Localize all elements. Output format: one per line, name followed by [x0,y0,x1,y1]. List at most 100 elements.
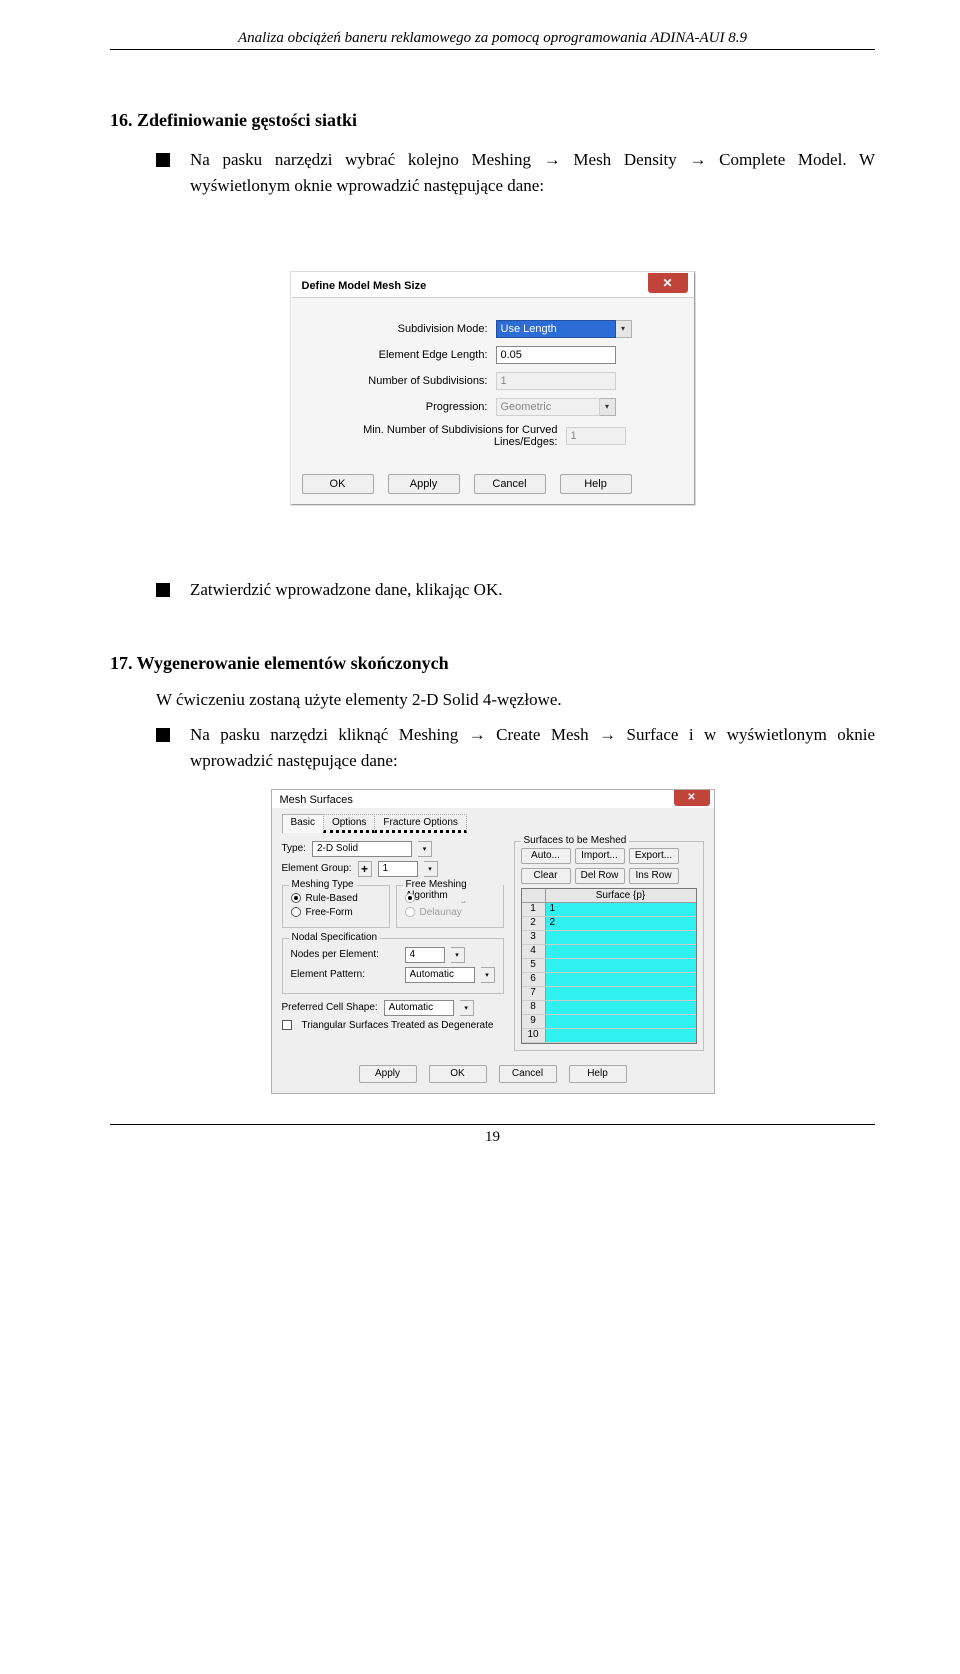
surfaces-group: Surfaces to be Meshed [521,835,630,846]
export-button[interactable]: Export... [629,848,679,864]
table-row[interactable]: 10 [522,1029,696,1043]
bullet-icon [156,728,170,742]
tab-basic[interactable]: Basic [282,814,324,833]
nodes-per-element-select[interactable] [405,947,445,963]
insrow-button[interactable]: Ins Row [629,868,679,884]
grid-row-number: 6 [522,973,546,986]
grid-cell[interactable] [546,987,696,1000]
edge-length-input[interactable] [496,346,616,364]
grid-cell[interactable] [546,931,696,944]
apply-button[interactable]: Apply [388,474,460,494]
table-row[interactable]: 22 [522,917,696,931]
help-button[interactable]: Help [569,1065,627,1083]
grid-cell[interactable] [546,973,696,986]
triangular-degenerate-label: Triangular Surfaces Treated as Degenerat… [302,1020,494,1031]
bullet-item: Zatwierdzić wprowadzone dane, klikając O… [156,577,875,603]
auto-button[interactable]: Auto... [521,848,571,864]
define-mesh-size-dialog: Define Model Mesh Size ✕ Subdivision Mod… [291,272,695,505]
rule-based-label: Rule-Based [306,893,358,904]
grid-row-number: 1 [522,903,546,916]
preferred-cell-shape-label: Preferred Cell Shape: [282,1002,378,1013]
grid-cell[interactable] [546,945,696,958]
grid-row-number: 3 [522,931,546,944]
grid-row-number: 7 [522,987,546,1000]
chevron-down-icon[interactable]: ▾ [451,947,465,963]
num-subdivisions-label: Number of Subdivisions: [308,375,496,387]
element-pattern-select[interactable] [405,967,475,983]
tab-bar: Basic Options Fracture Options [282,814,704,833]
tab-options[interactable]: Options [323,814,375,833]
dialog-titlebar: Define Model Mesh Size ✕ [292,273,694,298]
table-row[interactable]: 6 [522,973,696,987]
element-group-select[interactable] [378,861,418,877]
table-row[interactable]: 3 [522,931,696,945]
cancel-button[interactable]: Cancel [474,474,546,494]
section16-heading: 16. Zdefiniowanie gęstości siatki [110,110,875,131]
surfaces-grid[interactable]: Surface {p} 1122345678910 [521,888,697,1044]
help-button[interactable]: Help [560,474,632,494]
close-button[interactable]: ✕ [674,790,710,806]
chevron-down-icon[interactable]: ▾ [616,320,632,338]
free-form-label: Free-Form [306,907,353,918]
num-subdivisions-input [496,372,616,390]
close-icon: ✕ [662,276,672,290]
close-button[interactable]: ✕ [648,273,688,293]
tab-fracture[interactable]: Fracture Options [374,814,466,833]
rule-based-radio[interactable] [291,893,301,903]
grid-column-header: Surface {p} [546,889,696,902]
min-subdivisions-input [566,427,626,445]
preferred-cell-shape-select[interactable] [384,1000,454,1016]
grid-cell[interactable]: 2 [546,917,696,930]
page-number: 19 [110,1124,875,1146]
dialog-title: Define Model Mesh Size [302,280,427,292]
grid-cell[interactable] [546,959,696,972]
min-subdivisions-label: Min. Number of Subdivisions for Curved L… [308,424,566,448]
bullet-icon [156,153,170,167]
table-row[interactable]: 5 [522,959,696,973]
table-row[interactable]: 9 [522,1015,696,1029]
grid-row-number: 2 [522,917,546,930]
free-meshing-algorithm-group: Free Meshing Algorithm [403,879,503,901]
type-select[interactable] [312,841,412,857]
grid-cell[interactable] [546,1001,696,1014]
nodal-specification-group: Nodal Specification [289,932,381,943]
section17-intro: W ćwiczeniu zostaną użyte elementy 2-D S… [156,690,875,710]
subdivision-mode-select[interactable] [496,320,616,338]
edge-length-label: Element Edge Length: [308,349,496,361]
clear-button[interactable]: Clear [521,868,571,884]
triangular-degenerate-checkbox[interactable] [282,1020,292,1030]
add-element-group-button[interactable]: + [358,861,372,877]
mesh-surfaces-dialog: Mesh Surfaces ✕ Basic Options Fracture O… [271,789,715,1094]
table-row[interactable]: 8 [522,1001,696,1015]
import-button[interactable]: Import... [575,848,625,864]
delaunay-label: Delaunay [420,907,462,918]
grid-row-number: 5 [522,959,546,972]
element-pattern-label: Element Pattern: [291,969,399,980]
delaunay-radio [405,907,415,917]
grid-cell[interactable]: 1 [546,903,696,916]
table-row[interactable]: 11 [522,903,696,917]
chevron-down-icon[interactable]: ▾ [460,1000,474,1016]
grid-cell[interactable] [546,1029,696,1042]
grid-cell[interactable] [546,1015,696,1028]
progression-select [496,398,600,416]
grid-row-number: 8 [522,1001,546,1014]
chevron-down-icon[interactable]: ▾ [481,967,495,983]
free-form-radio[interactable] [291,907,301,917]
cancel-button[interactable]: Cancel [499,1065,557,1083]
chevron-down-icon[interactable]: ▾ [424,861,438,877]
grid-row-number: 10 [522,1029,546,1042]
delrow-button[interactable]: Del Row [575,868,625,884]
element-group-label: Element Group: [282,863,352,874]
apply-button[interactable]: Apply [359,1065,417,1083]
progression-label: Progression: [308,401,496,413]
bullet-item: Na pasku narzędzi wybrać kolejno Meshing… [156,147,875,200]
dialog-title: Mesh Surfaces [280,794,353,806]
page-header: Analiza obciążeń baneru reklamowego za p… [110,30,875,50]
chevron-down-icon[interactable]: ▾ [418,841,432,857]
ok-button[interactable]: OK [302,474,374,494]
grid-row-number: 4 [522,945,546,958]
table-row[interactable]: 7 [522,987,696,1001]
ok-button[interactable]: OK [429,1065,487,1083]
table-row[interactable]: 4 [522,945,696,959]
